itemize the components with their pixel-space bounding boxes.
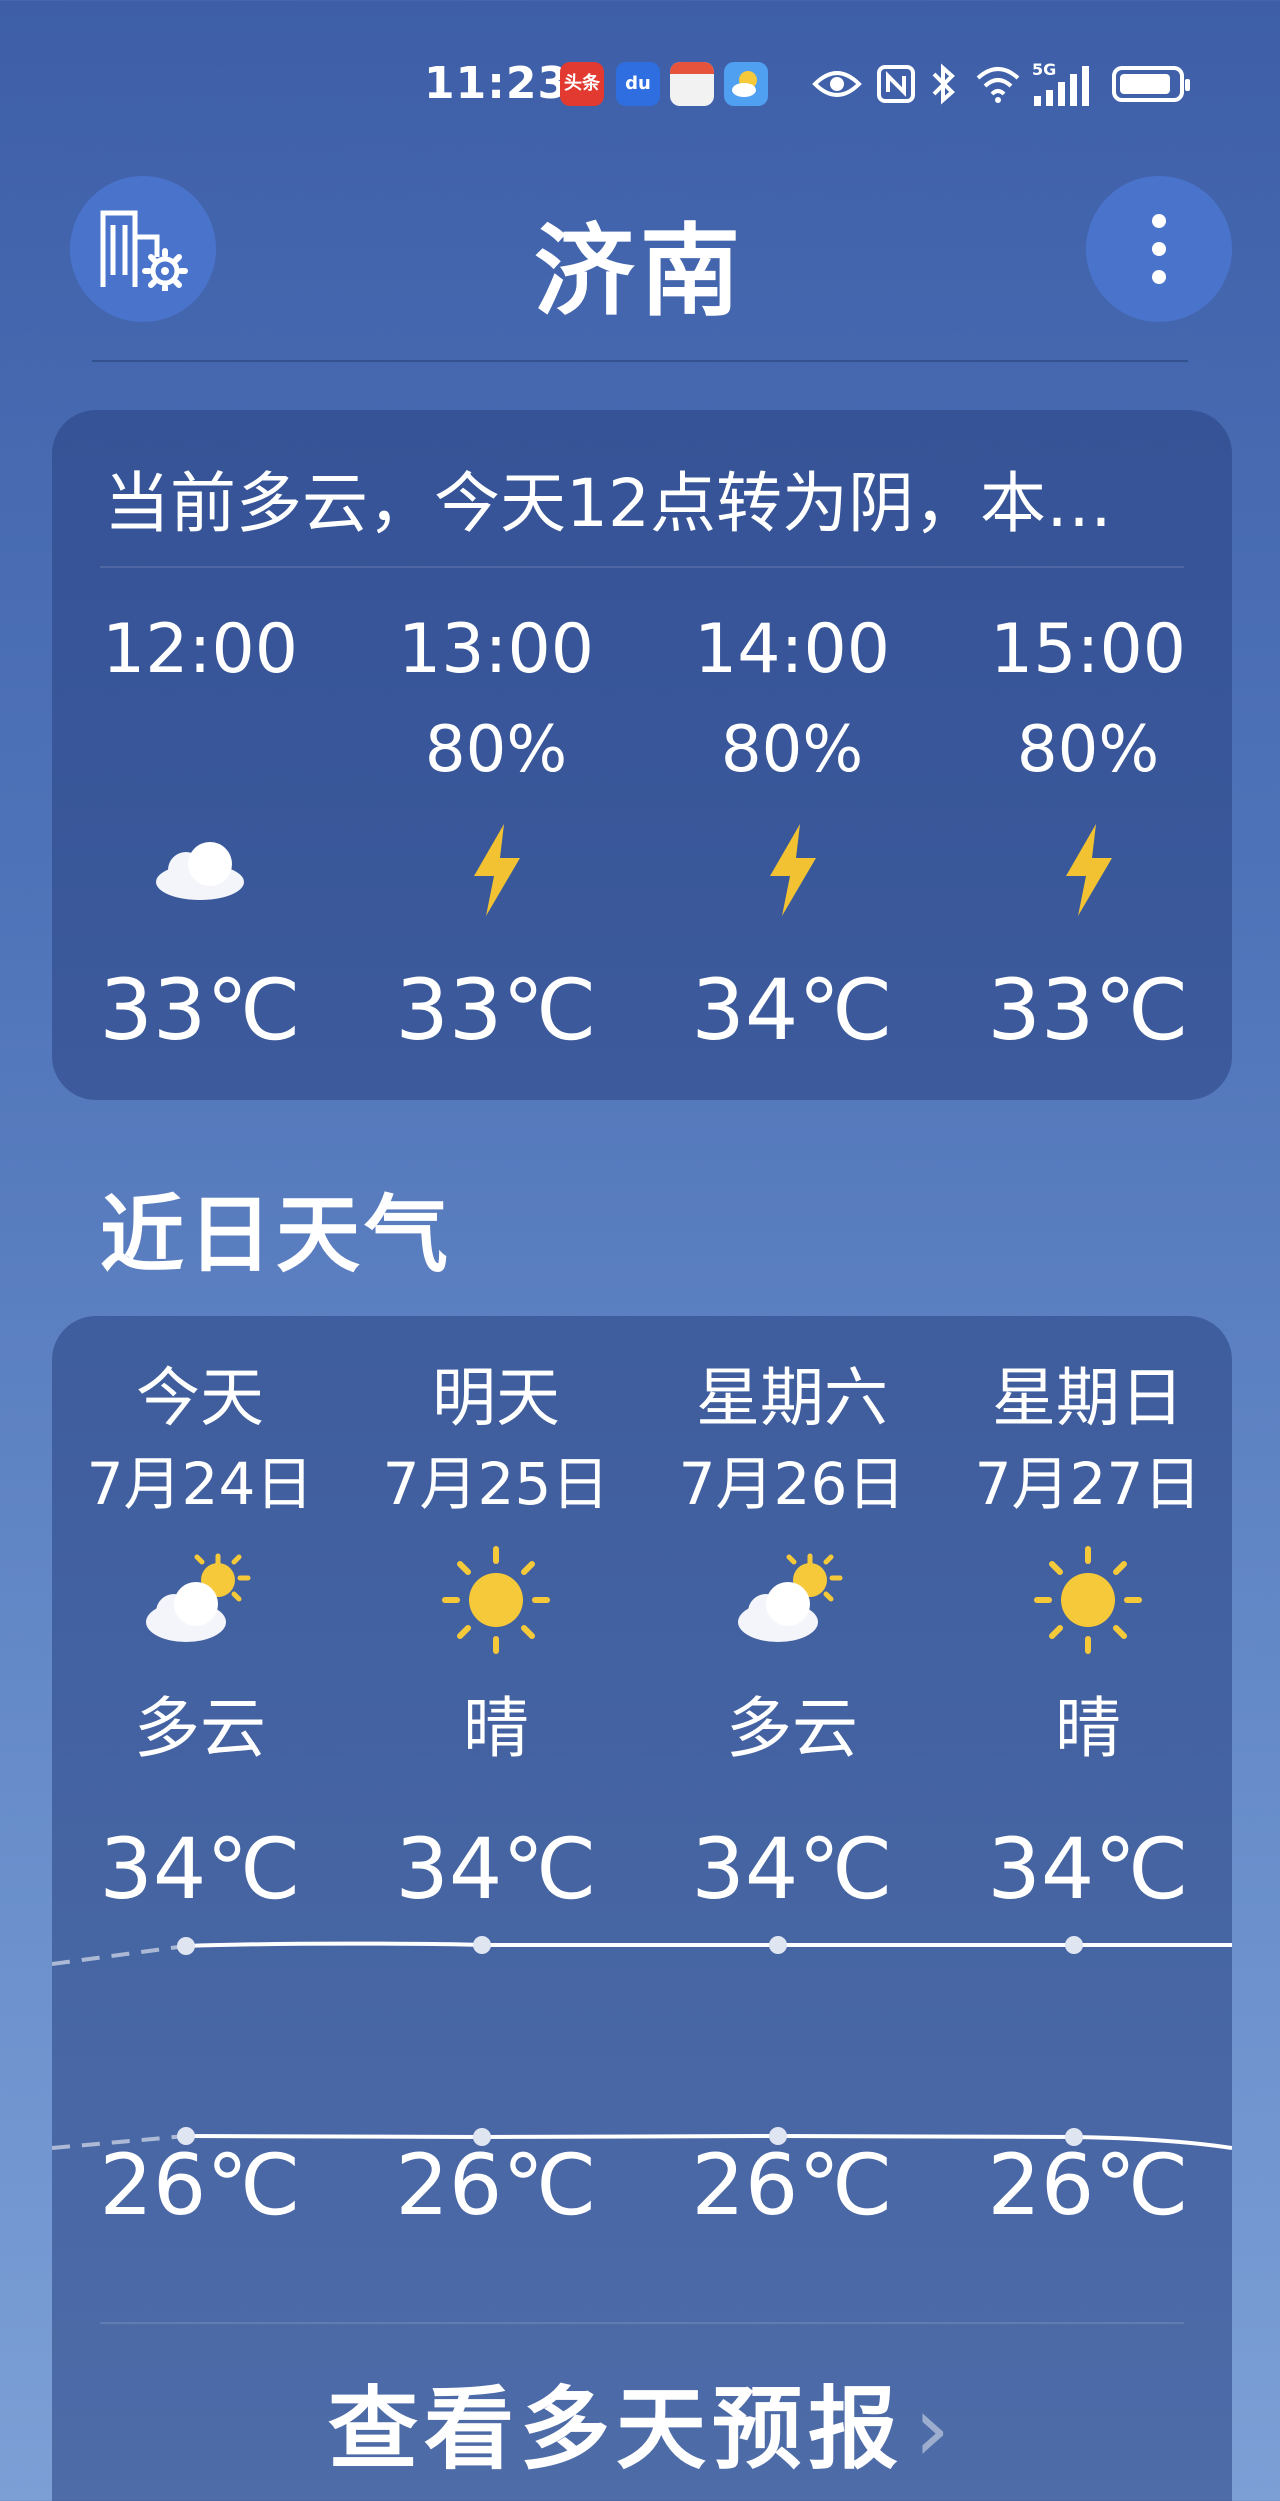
toutiao-icon: 头条 xyxy=(560,62,604,106)
hour-temp: 33℃ xyxy=(395,961,597,1059)
card-divider xyxy=(100,566,1184,568)
view-more-forecast-link[interactable]: 查看多天预报 › xyxy=(52,2356,1232,2486)
lightning-icon xyxy=(348,800,644,940)
hour-time: 15:00 xyxy=(990,610,1186,689)
header-divider xyxy=(92,360,1188,362)
hour-item-15: 15:00 80% 33℃ xyxy=(940,600,1236,1080)
cloud-icon xyxy=(52,800,348,940)
nfc-icon xyxy=(877,65,915,103)
high-temp-line xyxy=(52,1936,1232,1966)
more-options-button[interactable] xyxy=(1086,176,1232,322)
daily-forecast-card[interactable]: 今天 7月24日 多云 明天 7月25日 晴 星期六 7月26日 多云 星期日 … xyxy=(52,1316,1232,2501)
more-vertical-icon xyxy=(1152,214,1166,284)
lightning-icon xyxy=(644,800,940,940)
day-low-temp: 26℃ xyxy=(395,2136,597,2234)
card-divider xyxy=(100,2322,1184,2324)
baidu-icon: du xyxy=(616,62,660,106)
hour-item-13: 13:00 80% 33℃ xyxy=(348,600,644,1080)
hour-precip xyxy=(52,700,348,800)
chevron-right-icon: › xyxy=(914,2377,956,2482)
day-low-temp: 26℃ xyxy=(99,2136,301,2234)
hourly-forecast-card[interactable]: 当前多云，今天12点转为阴，本… 12:00 33℃ 13:00 80% 33℃… xyxy=(52,410,1232,1100)
hour-time: 14:00 xyxy=(694,610,890,689)
eye-icon xyxy=(812,71,862,97)
hour-temp: 34℃ xyxy=(691,961,893,1059)
day-low-temp: 26℃ xyxy=(987,2136,1189,2234)
high-temp-point xyxy=(769,1936,787,1954)
bluetooth-icon xyxy=(932,63,955,105)
hour-precip: 80% xyxy=(720,713,864,787)
high-temp-point xyxy=(1065,1936,1083,1954)
battery-icon xyxy=(1112,66,1190,102)
network-type: 5G xyxy=(1032,60,1057,79)
toutiao-label: 头条 xyxy=(564,73,600,94)
hour-precip: 80% xyxy=(424,713,568,787)
hour-temp: 33℃ xyxy=(99,961,301,1059)
high-temp-point xyxy=(177,1937,195,1955)
section-title-daily: 近日天气 xyxy=(100,1186,453,1284)
calendar-icon xyxy=(670,62,714,106)
weather-summary[interactable]: 当前多云，今天12点转为阴，本… xyxy=(104,450,1180,546)
hour-time: 12:00 xyxy=(102,610,298,689)
hour-time: 13:00 xyxy=(398,610,594,689)
hour-item-12: 12:00 33℃ xyxy=(52,600,348,1080)
high-temp-point xyxy=(473,1936,491,1954)
hour-temp: 33℃ xyxy=(987,961,1189,1059)
wifi-icon xyxy=(976,67,1020,103)
signal-icon: 5G xyxy=(1030,60,1100,110)
hour-precip: 80% xyxy=(1016,713,1160,787)
status-bar: 11:23 头条 du 5G xyxy=(0,0,1280,170)
status-time: 11:23 xyxy=(424,58,570,109)
lightning-icon xyxy=(940,800,1236,940)
baidu-label: du xyxy=(625,73,651,94)
weather-icon xyxy=(724,62,768,106)
hour-item-14: 14:00 80% 34℃ xyxy=(644,600,940,1080)
day-low-temp: 26℃ xyxy=(691,2136,893,2234)
view-more-label: 查看多天预报 xyxy=(328,2377,904,2482)
